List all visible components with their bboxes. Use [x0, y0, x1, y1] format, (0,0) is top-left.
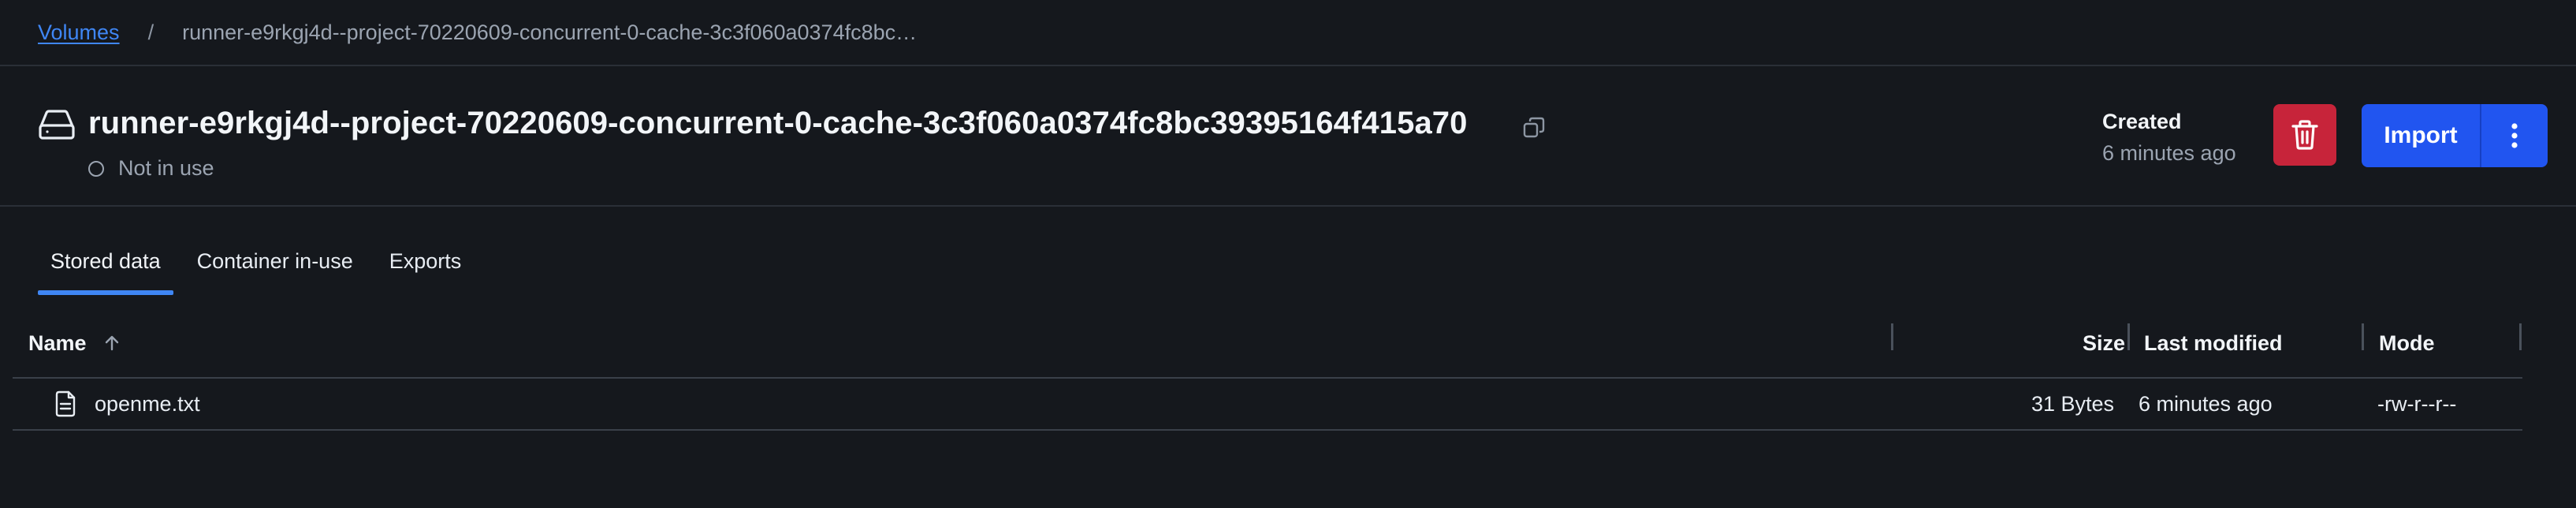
- breadcrumb: Volumes / runner-e9rkgj4d--project-70220…: [38, 0, 917, 65]
- tab-stored-data[interactable]: Stored data: [38, 237, 173, 295]
- created-info: Created 6 minutes ago: [2102, 106, 2236, 169]
- vertical-ellipsis-icon: [2511, 123, 2518, 148]
- table-header: Name Size Last modified Mode: [13, 308, 2522, 379]
- file-name: openme.txt: [95, 391, 200, 416]
- column-header-name[interactable]: Name: [28, 308, 121, 379]
- breadcrumb-volumes-link[interactable]: Volumes: [38, 21, 120, 45]
- import-button[interactable]: Import: [2362, 104, 2480, 167]
- breadcrumb-separator: /: [147, 20, 154, 44]
- tab-exports[interactable]: Exports: [377, 237, 475, 292]
- cell-size: 31 Bytes: [2031, 391, 2114, 416]
- created-value: 6 minutes ago: [2102, 141, 2236, 165]
- cell-name: openme.txt: [54, 379, 200, 429]
- column-header-last-modified[interactable]: Last modified: [2144, 308, 2283, 379]
- column-header-name-label: Name: [28, 331, 87, 355]
- tab-container-in-use[interactable]: Container in-use: [184, 237, 366, 292]
- trash-icon: [2291, 120, 2318, 150]
- column-header-size[interactable]: Size: [1904, 308, 2125, 379]
- import-more-button[interactable]: [2481, 104, 2548, 167]
- column-resizer-mode[interactable]: [2519, 323, 2522, 350]
- tab-bar: Stored data Container in-use Exports: [38, 237, 485, 295]
- stored-data-table: Name Size Last modified Mode openme.txt …: [13, 308, 2522, 431]
- file-text-icon: [55, 390, 76, 417]
- column-header-mode[interactable]: Mode: [2379, 308, 2435, 379]
- sort-ascending-icon: [105, 335, 118, 351]
- page-title: runner-e9rkgj4d--project-70220609-concur…: [88, 106, 1468, 140]
- column-resizer-last-modified[interactable]: [2362, 323, 2364, 350]
- status-dot-icon: [88, 160, 104, 177]
- status-text: Not in use: [118, 156, 214, 180]
- header-divider-bottom: [0, 205, 2576, 207]
- table-row[interactable]: openme.txt 31 Bytes 6 minutes ago -rw-r-…: [13, 379, 2522, 431]
- volume-status: Not in use: [88, 156, 214, 181]
- column-resizer-size[interactable]: [2127, 323, 2130, 350]
- delete-button[interactable]: [2273, 104, 2336, 166]
- import-button-group: Import: [2362, 104, 2548, 167]
- breadcrumb-current: runner-e9rkgj4d--project-70220609-concur…: [182, 20, 918, 44]
- hard-drive-icon: [38, 109, 76, 140]
- volume-header: runner-e9rkgj4d--project-70220609-concur…: [0, 66, 2576, 205]
- created-label: Created: [2102, 110, 2182, 133]
- column-resizer-name[interactable]: [1891, 323, 1893, 350]
- cell-last-modified: 6 minutes ago: [2139, 391, 2273, 416]
- copy-icon[interactable]: [1521, 115, 1547, 140]
- cell-mode: -rw-r--r--: [2377, 391, 2457, 416]
